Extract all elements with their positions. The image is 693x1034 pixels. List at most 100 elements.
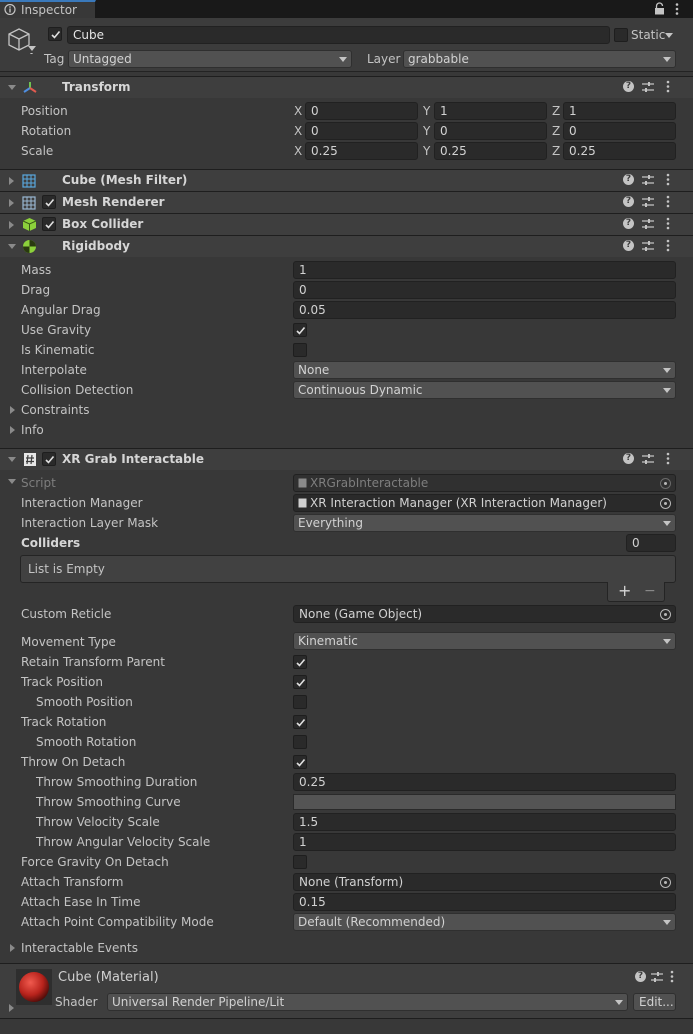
foldout-closed-icon[interactable] <box>10 944 15 952</box>
info-foldout[interactable]: Info <box>21 420 44 440</box>
position-x-field[interactable]: 0 <box>305 102 418 120</box>
transform-header[interactable]: Transform ? <box>0 76 693 98</box>
icon-dropdown-arrow[interactable] <box>28 46 36 51</box>
mesh-filter-header[interactable]: Cube (Mesh Filter) ? <box>0 169 693 191</box>
preset-icon[interactable] <box>642 453 654 465</box>
attach-point-compatibility-dropdown[interactable]: Default (Recommended) <box>293 913 676 931</box>
scale-y-field[interactable]: 0.25 <box>434 142 547 160</box>
attach-ease-in-time-field[interactable]: 0.15 <box>293 893 676 911</box>
foldout-closed-icon[interactable] <box>9 1004 14 1012</box>
component-menu-icon[interactable] <box>666 217 670 230</box>
help-icon[interactable]: ? <box>623 81 634 92</box>
preset-icon[interactable] <box>642 174 654 186</box>
smooth-position-checkbox[interactable] <box>293 695 307 709</box>
help-icon[interactable]: ? <box>623 174 634 185</box>
enabled-toggle[interactable] <box>42 195 56 209</box>
component-menu-icon[interactable] <box>666 173 670 186</box>
kebab-menu-icon[interactable] <box>675 3 679 15</box>
custom-reticle-value: None (Game Object) <box>299 607 423 621</box>
interactable-events-foldout[interactable]: Interactable Events <box>21 938 138 958</box>
component-menu-icon[interactable] <box>666 239 670 252</box>
throw-smoothing-curve-field[interactable] <box>293 794 676 810</box>
movement-type-dropdown[interactable]: Kinematic <box>293 632 676 650</box>
object-picker-icon[interactable] <box>660 877 671 888</box>
enabled-toggle[interactable] <box>42 452 56 466</box>
component-menu-icon[interactable] <box>670 970 674 983</box>
throw-smoothing-duration-field[interactable]: 0.25 <box>293 773 676 791</box>
foldout-closed-icon[interactable] <box>10 426 15 434</box>
remove-element-button[interactable]: − <box>644 581 656 601</box>
attach-transform-field[interactable]: None (Transform) <box>293 873 676 891</box>
component-menu-icon[interactable] <box>666 452 670 465</box>
throw-on-detach-checkbox[interactable] <box>293 755 307 769</box>
position-z-field[interactable]: 1 <box>563 102 676 120</box>
foldout-closed-icon[interactable] <box>9 221 14 229</box>
interaction-manager-field[interactable]: XR Interaction Manager (XR Interaction M… <box>293 494 676 512</box>
help-icon[interactable]: ? <box>623 240 634 251</box>
use-gravity-checkbox[interactable] <box>293 323 307 337</box>
constraints-foldout[interactable]: Constraints <box>21 400 89 420</box>
layer-dropdown[interactable]: grabbable <box>403 50 676 68</box>
foldout-open-icon[interactable] <box>8 244 16 249</box>
chevron-down-icon <box>663 368 671 373</box>
smooth-rotation-checkbox[interactable] <box>293 735 307 749</box>
retain-transform-parent-checkbox[interactable] <box>293 655 307 669</box>
track-rotation-checkbox[interactable] <box>293 715 307 729</box>
custom-reticle-field[interactable]: None (Game Object) <box>293 605 676 623</box>
preset-icon[interactable] <box>642 240 654 252</box>
component-menu-icon[interactable] <box>666 80 670 93</box>
active-toggle[interactable] <box>48 27 62 41</box>
scale-z-field[interactable]: 0.25 <box>563 142 676 160</box>
tag-dropdown[interactable]: Untagged <box>68 50 352 68</box>
interaction-layer-mask-dropdown[interactable]: Everything <box>293 514 676 532</box>
foldout-open-icon[interactable] <box>8 457 16 462</box>
foldout-open-icon[interactable] <box>8 85 16 90</box>
edit-shader-button[interactable]: Edit... <box>633 993 676 1011</box>
rotation-z-field[interactable]: 0 <box>563 122 676 140</box>
help-icon[interactable]: ? <box>623 196 634 207</box>
interpolate-dropdown[interactable]: None <box>293 361 676 379</box>
object-picker-icon[interactable] <box>660 609 671 620</box>
component-menu-icon[interactable] <box>666 195 670 208</box>
preset-icon[interactable] <box>642 218 654 230</box>
help-icon[interactable]: ? <box>623 453 634 464</box>
rotation-x-field[interactable]: 0 <box>305 122 418 140</box>
tab-inspector[interactable]: Inspector <box>0 0 96 18</box>
throw-velocity-scale-field[interactable]: 1.5 <box>293 813 676 831</box>
preset-icon[interactable] <box>642 81 654 93</box>
help-icon[interactable]: ? <box>623 218 634 229</box>
foldout-closed-icon[interactable] <box>10 406 15 414</box>
scale-x-field[interactable]: 0.25 <box>305 142 418 160</box>
mesh-renderer-header[interactable]: Mesh Renderer ? <box>0 191 693 213</box>
colliders-size-field[interactable]: 0 <box>626 534 676 552</box>
object-name-field[interactable]: Cube <box>67 26 610 44</box>
drag-field[interactable]: 0 <box>293 281 676 299</box>
rigidbody-header[interactable]: Rigidbody ? <box>0 235 693 257</box>
foldout-closed-icon[interactable] <box>9 199 14 207</box>
static-dropdown-arrow[interactable] <box>665 33 673 38</box>
enabled-toggle[interactable] <box>42 217 56 231</box>
force-gravity-on-detach-checkbox[interactable] <box>293 855 307 869</box>
preset-icon[interactable] <box>642 196 654 208</box>
colliders-foldout[interactable]: Colliders <box>21 533 80 553</box>
help-icon[interactable]: ? <box>635 971 646 982</box>
track-position-checkbox[interactable] <box>293 675 307 689</box>
throw-angular-velocity-scale-field[interactable]: 1 <box>293 833 676 851</box>
xr-grab-interactable-header[interactable]: XR Grab Interactable ? <box>0 448 693 470</box>
foldout-closed-icon[interactable] <box>9 177 14 185</box>
position-y-field[interactable]: 1 <box>434 102 547 120</box>
mass-field[interactable]: 1 <box>293 261 676 279</box>
lock-icon[interactable] <box>654 2 665 15</box>
preset-icon[interactable] <box>651 971 663 983</box>
collision-detection-dropdown[interactable]: Continuous Dynamic <box>293 381 676 399</box>
angular-drag-field[interactable]: 0.05 <box>293 301 676 319</box>
is-kinematic-checkbox[interactable] <box>293 343 307 357</box>
static-toggle[interactable] <box>614 28 628 42</box>
shader-dropdown[interactable]: Universal Render Pipeline/Lit <box>107 993 628 1011</box>
box-collider-header[interactable]: Box Collider ? <box>0 213 693 235</box>
rotation-y-field[interactable]: 0 <box>434 122 547 140</box>
add-element-button[interactable]: + <box>618 581 631 601</box>
foldout-open-icon[interactable] <box>8 479 16 484</box>
interaction-layer-mask-label: Interaction Layer Mask <box>21 516 159 530</box>
object-picker-icon[interactable] <box>660 498 671 509</box>
